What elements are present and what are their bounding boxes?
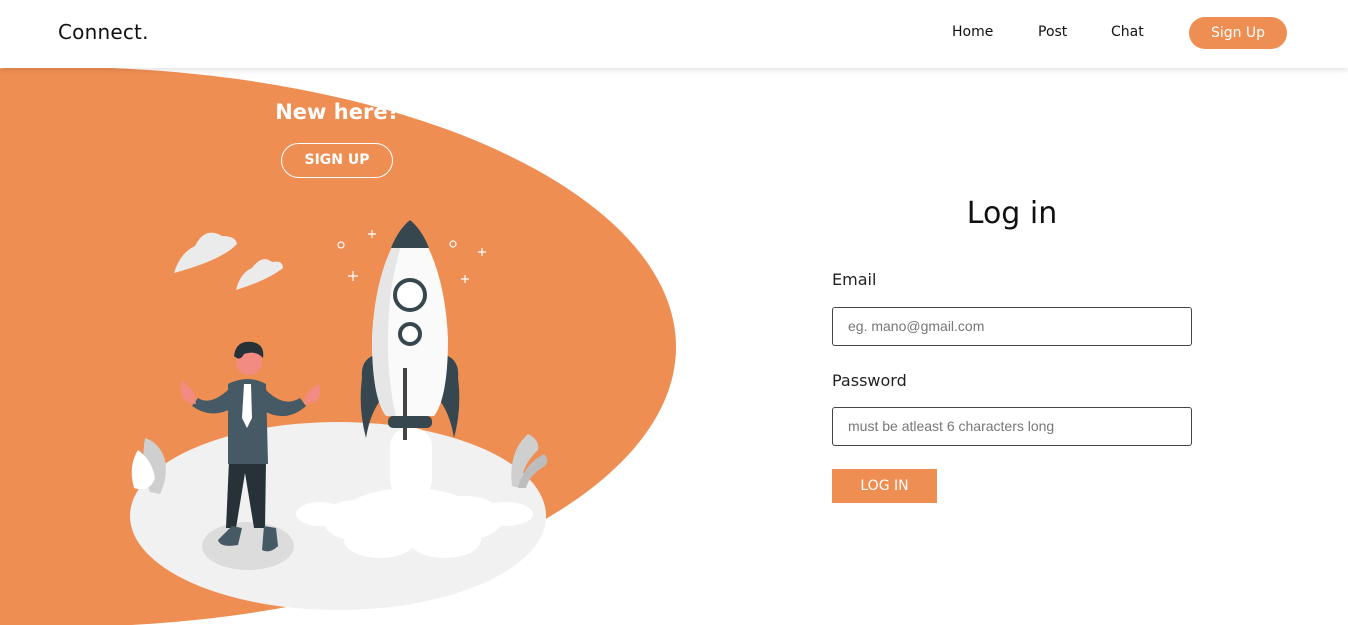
email-label: Email <box>832 270 877 289</box>
nav-home-link[interactable]: Home <box>952 24 993 40</box>
password-input[interactable]: must be atleast 6 characters long <box>832 407 1192 446</box>
login-button[interactable]: LOG IN <box>832 469 937 503</box>
rocket-illustration <box>360 220 460 440</box>
person-shadow <box>202 522 294 570</box>
nav-signup-button[interactable]: Sign Up <box>1189 17 1287 49</box>
email-input[interactable]: eg. mano@gmail.com <box>832 307 1192 346</box>
brand-logo[interactable]: Connect. <box>58 20 149 44</box>
nav-chat-link[interactable]: Chat <box>1111 24 1144 40</box>
plant-left <box>131 438 166 494</box>
plant-right <box>511 434 548 488</box>
login-title: Log in <box>966 196 1058 231</box>
cloud-icon <box>174 232 283 290</box>
top-navbar: Connect. Home Post Chat Sign Up <box>0 0 1348 68</box>
nav-post-link[interactable]: Post <box>1038 24 1067 40</box>
new-here-heading: New here? <box>275 100 400 124</box>
password-label: Password <box>832 371 907 390</box>
panel-signup-button[interactable]: SIGN UP <box>281 143 393 178</box>
welcome-panel: New here? SIGN UP <box>0 68 680 625</box>
